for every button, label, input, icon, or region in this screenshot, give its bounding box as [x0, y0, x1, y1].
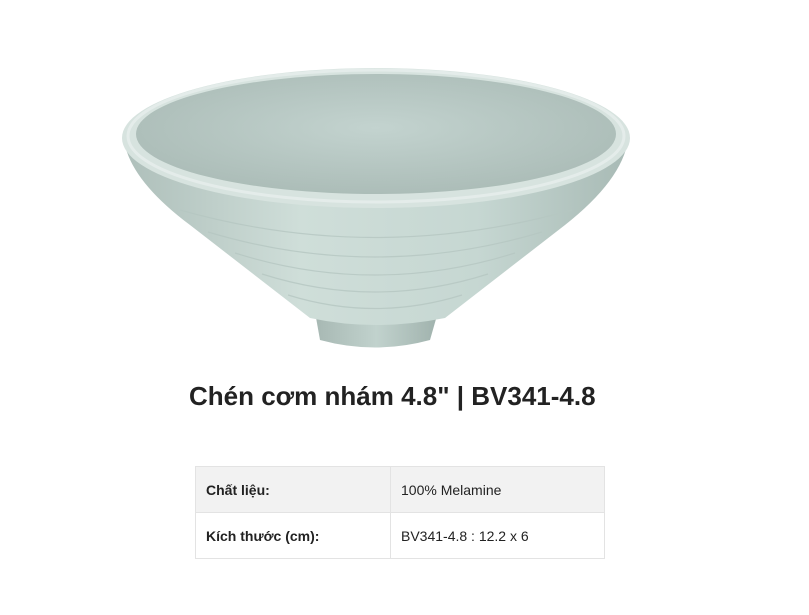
product-page: Chén cơm nhám 4.8" | BV341-4.8 Chất liệu… — [0, 0, 809, 615]
product-title: Chén cơm nhám 4.8" | BV341-4.8 — [189, 381, 596, 411]
spec-label: Chất liệu: — [195, 466, 391, 513]
spec-table: Chất liệu: 100% Melamine Kích thước (cm)… — [195, 466, 605, 559]
spec-value: 100% Melamine — [390, 466, 605, 513]
product-image — [122, 68, 630, 348]
spec-label: Kích thước (cm): — [195, 512, 391, 559]
spec-row-size: Kích thước (cm): BV341-4.8 : 12.2 x 6 — [195, 512, 605, 559]
spec-value: BV341-4.8 : 12.2 x 6 — [390, 512, 605, 559]
spec-row-material: Chất liệu: 100% Melamine — [195, 466, 605, 513]
